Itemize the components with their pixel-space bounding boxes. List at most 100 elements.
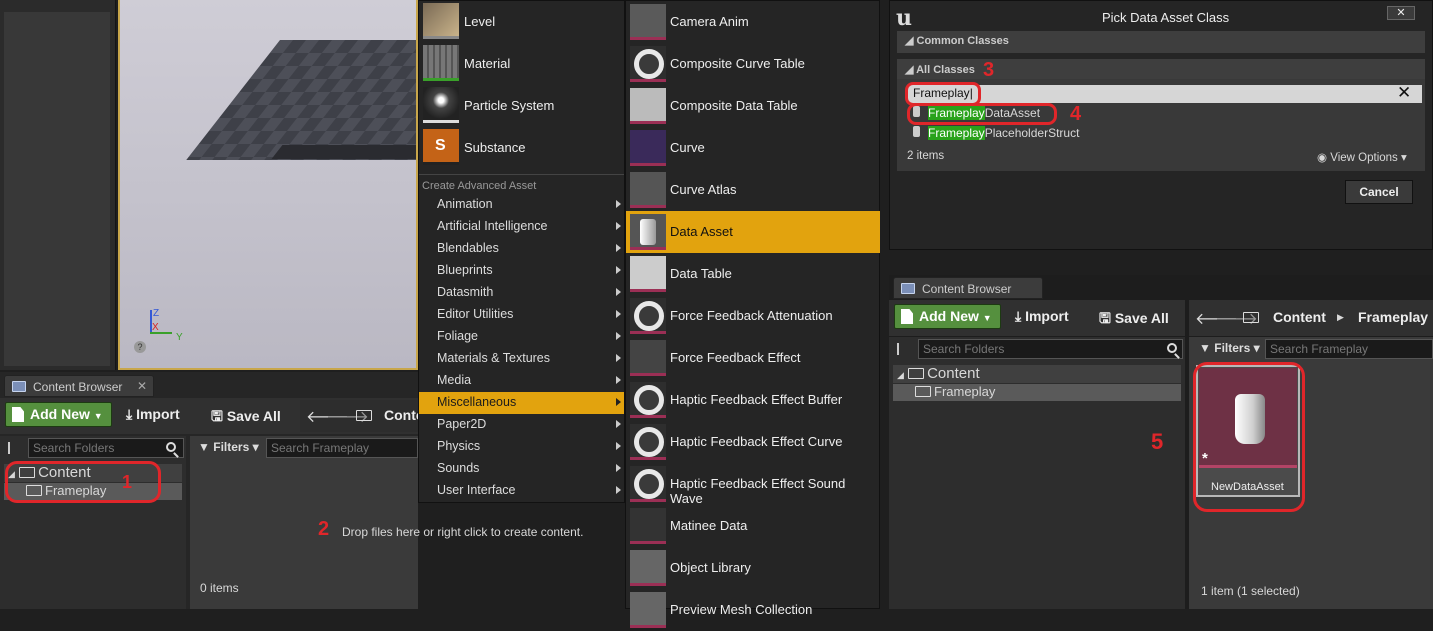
filters-button[interactable]: ▼ Filters ▾ (1199, 341, 1260, 355)
submenu-item-data-table[interactable]: Data Table (626, 253, 880, 295)
submenu-item-data-asset[interactable]: Data Asset (626, 211, 880, 253)
submenu-label: Haptic Feedback Effect Buffer (670, 392, 843, 407)
menu-item-material[interactable]: Material (423, 43, 623, 85)
filter-icon: ▼ (198, 440, 210, 454)
view-options-button[interactable]: ◉ View Options ▾ (1317, 150, 1407, 164)
items-count: 0 items (200, 581, 239, 595)
help-icon[interactable]: ? (134, 341, 146, 353)
menu-label: Animation (437, 197, 493, 211)
tree-item-frameplay[interactable]: Frameplay (893, 384, 1181, 401)
menu-item-artificial-intelligence[interactable]: Artificial Intelligence (419, 216, 624, 238)
submenu-item-camera-anim[interactable]: Camera Anim (626, 1, 880, 43)
submenu-item-haptic-feedback-effect-buffer[interactable]: Haptic Feedback Effect Buffer (626, 379, 880, 421)
checker-floor (186, 40, 416, 160)
clear-search-icon[interactable]: ✕ (1397, 83, 1411, 103)
menu-item-blendables[interactable]: Blendables (419, 238, 624, 260)
menu-item-paper2d[interactable]: Paper2D (419, 414, 624, 436)
folder-tree-panel: Search Folders ◢ Content Frameplay (889, 337, 1185, 609)
filters-label: Filters (213, 440, 250, 454)
import-label: Import (1025, 308, 1069, 324)
import-label: Import (136, 406, 180, 422)
menu-label: Editor Utilities (437, 307, 514, 321)
dialog-title: Pick Data Asset Class (1102, 10, 1230, 25)
class-search-input[interactable]: Frameplay| (907, 85, 1422, 103)
level-viewport[interactable]: Z X Y ? (118, 0, 418, 370)
menu-item-miscellaneous[interactable]: Miscellaneous (419, 392, 624, 414)
add-new-button[interactable]: Add New ▼ (894, 304, 1001, 329)
save-icon: 🖫 (211, 408, 223, 424)
dialog-close-button[interactable]: ✕ (1387, 6, 1415, 20)
submenu-item-haptic-feedback-effect-curve[interactable]: Haptic Feedback Effect Curve (626, 421, 880, 463)
submenu-label: Force Feedback Effect (670, 350, 801, 365)
menu-label: Materials & Textures (437, 351, 551, 365)
filters-button[interactable]: ▼ Filters ▾ (198, 440, 259, 454)
submenu-item-composite-curve-table[interactable]: Composite Curve Table (626, 43, 880, 85)
breadcrumb-content[interactable]: Content (1273, 309, 1326, 325)
menu-item-datasmith[interactable]: Datasmith (419, 282, 624, 304)
tree-toggle-icon[interactable] (897, 343, 909, 355)
menu-item-physics[interactable]: Physics (419, 436, 624, 458)
search-assets-input[interactable]: Search Frameplay (1265, 339, 1433, 359)
all-classes-header[interactable]: ◢ All Classes (897, 59, 1425, 79)
submenu-arrow-icon (616, 420, 621, 428)
menu-item-foliage[interactable]: Foliage (419, 326, 624, 348)
class-result-2[interactable]: FrameplayPlaceholderStruct (913, 126, 1079, 140)
add-new-button[interactable]: Add New ▼ (5, 402, 112, 427)
object-library-icon (630, 550, 666, 586)
annotation-number-1: 1 (122, 472, 133, 492)
menu-item-blueprints[interactable]: Blueprints (419, 260, 624, 282)
cancel-button[interactable]: Cancel (1345, 180, 1413, 204)
eye-icon: ◉ (1317, 152, 1328, 164)
search-assets-input[interactable]: Search Frameplay (266, 438, 418, 458)
submenu-item-object-library[interactable]: Object Library (626, 547, 880, 589)
level-icon (423, 3, 459, 39)
submenu-arrow-icon (616, 266, 621, 274)
tab-label: Content Browser (922, 282, 1012, 296)
menu-item-substance[interactable]: S Substance (423, 127, 623, 169)
particle-icon (423, 87, 459, 123)
asset-view[interactable]: ▼ Filters ▾ Search Frameplay 2 Drop file… (190, 436, 583, 609)
new-file-icon (12, 407, 24, 422)
search-folders-input[interactable]: Search Folders (918, 339, 1183, 359)
close-icon[interactable]: ✕ (137, 379, 147, 393)
haptic-feedback-effect-curve-icon (630, 424, 666, 460)
annotation-ring-4 (907, 103, 1057, 125)
menu-item-animation[interactable]: Animation (419, 194, 624, 216)
camera-anim-icon (630, 4, 666, 40)
submenu-item-force-feedback-effect[interactable]: Force Feedback Effect (626, 337, 880, 379)
tree-toggle-icon[interactable] (8, 442, 20, 454)
submenu-arrow-icon (616, 310, 621, 318)
save-all-button[interactable]: 🖫 Save All (211, 406, 281, 430)
menu-item-sounds[interactable]: Sounds (419, 458, 624, 480)
menu-item-media[interactable]: Media (419, 370, 624, 392)
menu-item-level[interactable]: Level (423, 1, 623, 43)
submenu-item-haptic-feedback-effect-sound-wave[interactable]: Haptic Feedback Effect Sound Wave (626, 463, 880, 506)
submenu-item-preview-mesh-collection[interactable]: Preview Mesh Collection (626, 589, 880, 631)
search-folders-input[interactable]: Search Folders (28, 438, 184, 458)
data-asset-icon (630, 214, 666, 250)
annotation-ring-5 (1193, 362, 1305, 512)
submenu-item-matinee-data[interactable]: Matinee Data (626, 505, 880, 547)
common-classes-header[interactable]: ◢ Common Classes (897, 31, 1425, 53)
tab-content-browser[interactable]: Content Browser (893, 277, 1043, 299)
asset-view[interactable]: ▼ Filters ▾ Search Frameplay * NewDataAs… (1151, 337, 1433, 609)
tab-content-browser[interactable]: Content Browser ✕ (4, 375, 154, 397)
menu-item-materials-textures[interactable]: Materials & Textures (419, 348, 624, 370)
submenu-item-curve-atlas[interactable]: Curve Atlas (626, 169, 880, 211)
import-icon: ⤓ (126, 406, 133, 422)
import-button[interactable]: ⤓ Import (126, 406, 180, 423)
submenu-label: Camera Anim (670, 14, 749, 29)
breadcrumb-frameplay[interactable]: Frameplay (1358, 309, 1428, 325)
import-button[interactable]: ⤓ Import (1015, 308, 1069, 325)
menu-item-editor-utilities[interactable]: Editor Utilities (419, 304, 624, 326)
menu-item-particle-system[interactable]: Particle System (423, 85, 623, 127)
menu-item-user-interface[interactable]: User Interface (419, 480, 624, 502)
submenu-item-composite-data-table[interactable]: Composite Data Table (626, 85, 880, 127)
miscellaneous-submenu: Camera Anim Composite Curve Table Composit… (625, 0, 880, 628)
submenu-item-force-feedback-attenuation[interactable]: Force Feedback Attenuation (626, 295, 880, 337)
save-all-button[interactable]: 🖫 Save All (1099, 308, 1169, 332)
submenu-label: Matinee Data (670, 518, 748, 533)
tree-item-content[interactable]: ◢ Content (893, 365, 1181, 383)
submenu-item-curve[interactable]: Curve (626, 127, 880, 169)
submenu-label: Haptic Feedback Effect Sound Wave (670, 476, 846, 506)
